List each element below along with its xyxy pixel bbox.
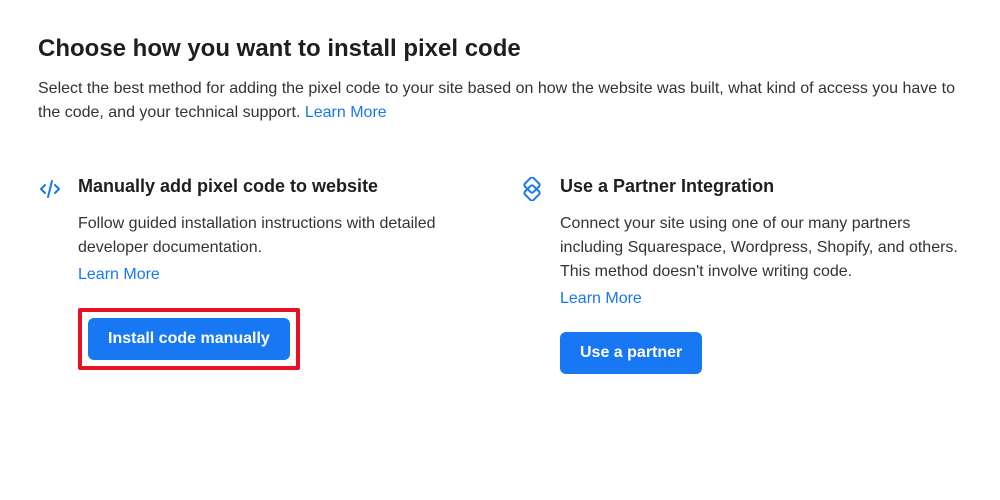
option-partner-description: Connect your site using one of our many … xyxy=(560,212,962,284)
option-manual: Manually add pixel code to website Follo… xyxy=(38,175,480,374)
install-manually-button[interactable]: Install code manually xyxy=(88,318,290,360)
page-description-text: Select the best method for adding the pi… xyxy=(38,80,955,121)
option-partner-title: Use a Partner Integration xyxy=(560,175,962,198)
highlight-box: Install code manually xyxy=(78,308,300,370)
option-partner-content: Use a Partner Integration Connect your s… xyxy=(560,175,962,374)
page-title: Choose how you want to install pixel cod… xyxy=(38,35,962,63)
page-description: Select the best method for adding the pi… xyxy=(38,77,962,125)
option-manual-learn-more[interactable]: Learn More xyxy=(78,266,160,284)
code-icon xyxy=(38,177,62,201)
option-manual-description: Follow guided installation instructions … xyxy=(78,212,480,260)
option-partner: Use a Partner Integration Connect your s… xyxy=(520,175,962,374)
partner-icon xyxy=(520,177,544,201)
option-manual-content: Manually add pixel code to website Follo… xyxy=(78,175,480,374)
learn-more-link[interactable]: Learn More xyxy=(305,104,387,121)
option-partner-learn-more[interactable]: Learn More xyxy=(560,290,642,308)
install-options: Manually add pixel code to website Follo… xyxy=(38,175,962,374)
use-partner-button[interactable]: Use a partner xyxy=(560,332,702,374)
option-manual-title: Manually add pixel code to website xyxy=(78,175,480,198)
